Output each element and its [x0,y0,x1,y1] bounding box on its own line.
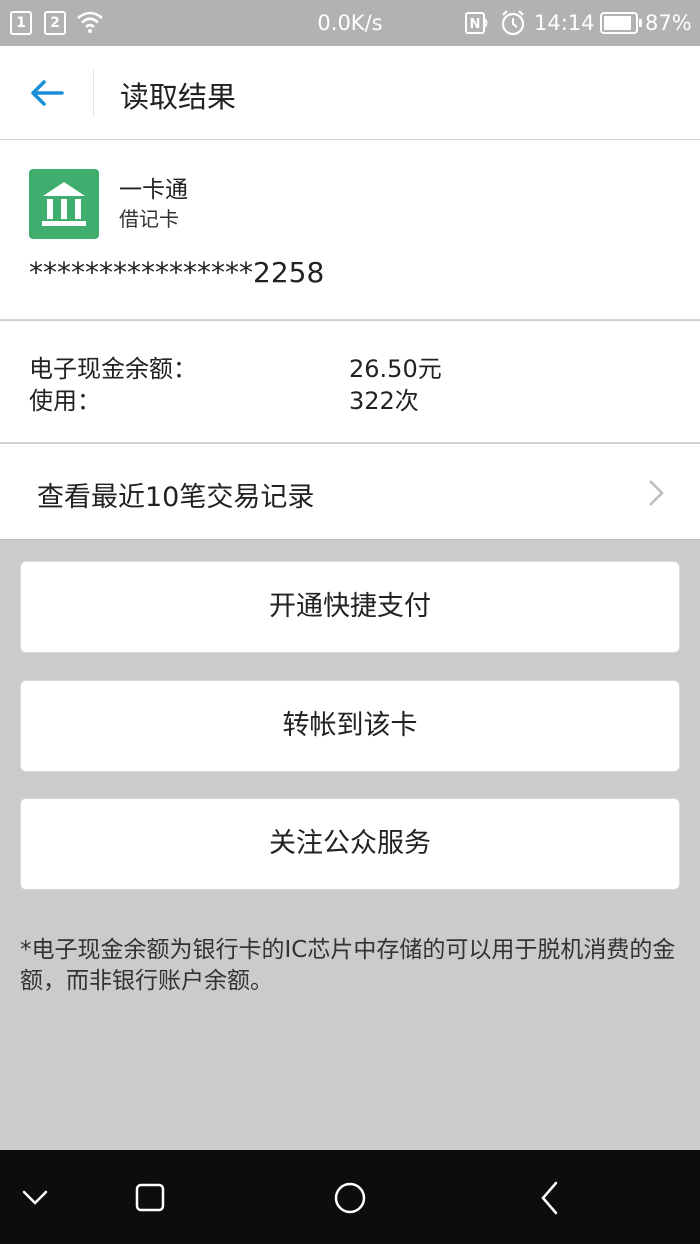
battery-icon [600,12,642,34]
info-section: 电子现金余额： 26.50元 使用： 322次 [0,321,700,443]
transfer-to-card-button[interactable]: 转帐到该卡 [20,680,680,772]
usage-row: 使用： 322次 [29,381,679,415]
bank-logo [29,169,99,239]
page-title: 读取结果 [120,80,237,114]
recent-transactions-label: 查看最近10笔交易记录 [37,482,315,513]
enable-quick-pay-button[interactable]: 开通快捷支付 [20,561,680,653]
follow-public-service-button[interactable]: 关注公众服务 [20,798,680,890]
bank-building-icon [42,182,86,226]
battery-fill [604,16,631,30]
chevron-right-icon [649,480,664,506]
recent-apps-icon[interactable] [134,1150,166,1244]
balance-row: 电子现金余额： 26.50元 [29,349,679,383]
chevron-down-icon[interactable] [20,1150,50,1244]
home-icon[interactable] [333,1150,367,1244]
back-arrow-icon[interactable] [28,75,68,111]
network-speed: 0.0K/s [317,11,383,35]
usage-label: 使用： [29,387,101,415]
header: 读取结果 [0,46,700,140]
usage-value: 322次 [349,387,419,415]
card-number: ****************2258 [29,256,325,289]
header-divider [93,70,94,116]
battery-tip [639,19,642,27]
balance-note: *电子现金余额为银行卡的IC芯片中存储的可以用于脱机消费的金额，而非银行账户余额… [20,937,676,994]
nfc-label: N [470,17,481,32]
battery-percent: 87% [645,11,692,35]
balance-label: 电子现金余额： [29,355,197,383]
balance-value: 26.50元 [349,355,442,383]
alarm-icon [501,10,525,36]
card-section: 一卡通 借记卡 ****************2258 [0,140,700,320]
navigation-bar [0,1150,700,1244]
clock: 14:14 [534,11,595,35]
card-type: 借记卡 [119,207,179,231]
nfc-icon: N [465,12,488,34]
status-bar: 1 2 0.0K/s N 14:14 87% [0,0,700,46]
back-icon[interactable] [538,1150,562,1244]
card-name: 一卡通 [119,177,188,203]
recent-transactions-link[interactable]: 查看最近10笔交易记录 [0,444,700,540]
